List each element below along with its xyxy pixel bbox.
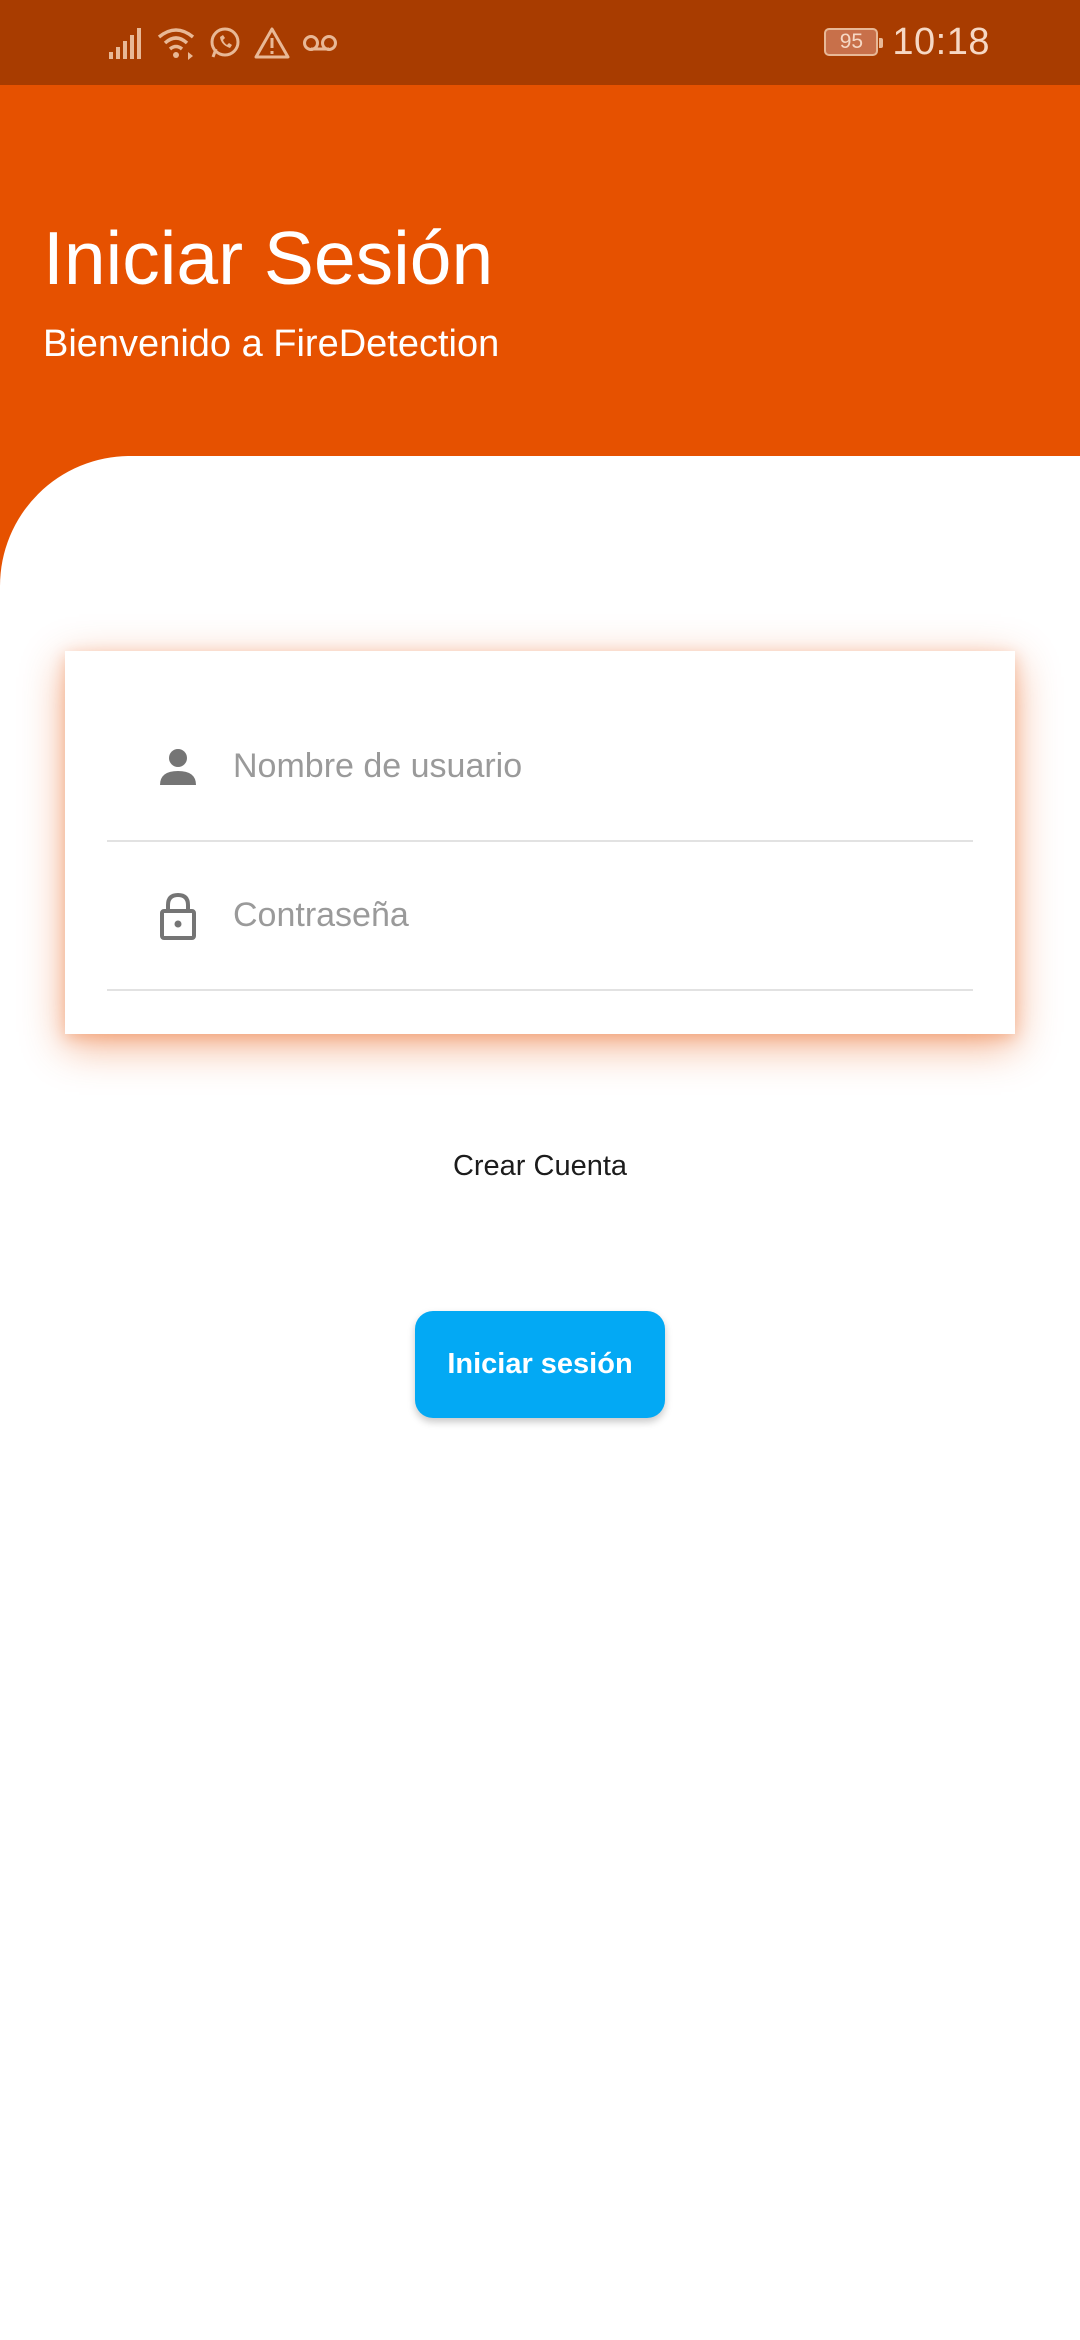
status-icons xyxy=(108,18,338,68)
whatsapp-icon xyxy=(208,26,242,60)
warning-icon xyxy=(254,26,290,60)
battery-icon: 95 xyxy=(824,28,884,56)
login-button[interactable]: Iniciar sesión xyxy=(415,1311,665,1418)
status-right: 95 10:18 xyxy=(824,14,990,70)
person-icon xyxy=(157,743,199,791)
page-title: Iniciar Sesión xyxy=(43,216,494,300)
wifi-icon xyxy=(156,26,196,60)
password-input[interactable] xyxy=(233,842,953,989)
voicemail-icon xyxy=(302,32,338,54)
create-account-link[interactable]: Crear Cuenta xyxy=(0,1150,1080,1183)
battery-level: 95 xyxy=(839,30,864,53)
page-subtitle: Bienvenido a FireDetection xyxy=(43,323,500,365)
login-card xyxy=(65,651,1015,1034)
password-field-row xyxy=(107,842,973,991)
username-input[interactable] xyxy=(233,693,953,840)
status-time: 10:18 xyxy=(892,20,990,63)
login-screen: 95 10:18 Iniciar Sesión Bienvenido a Fir… xyxy=(0,0,1080,2340)
signal-icon xyxy=(108,26,144,60)
username-field-row xyxy=(107,693,973,842)
status-bar: 95 10:18 xyxy=(0,0,1080,85)
lock-icon xyxy=(157,892,199,940)
